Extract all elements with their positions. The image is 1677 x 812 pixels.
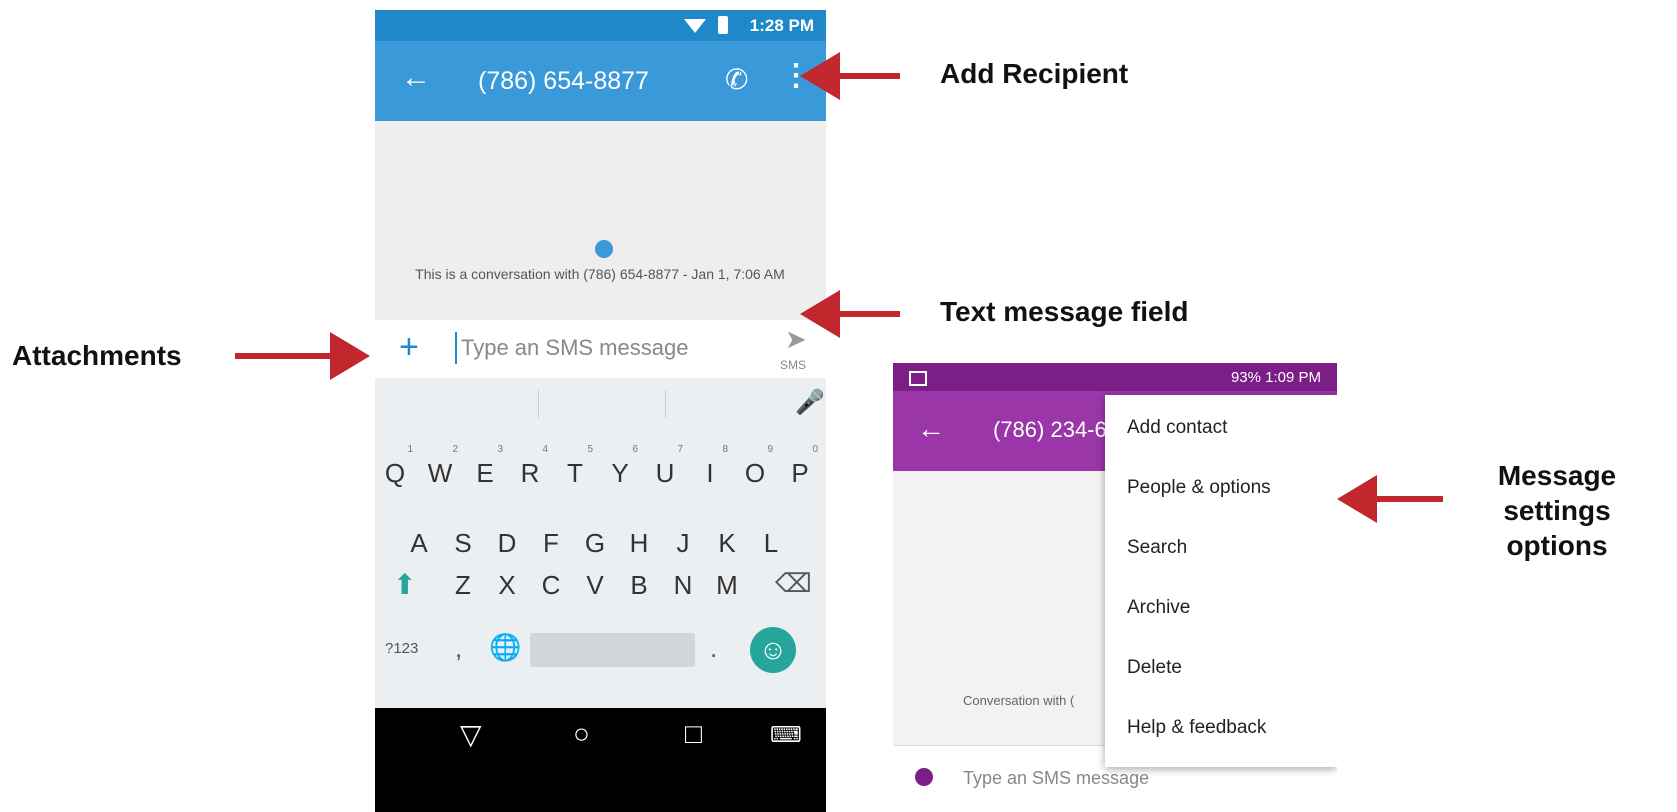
nav-recents-icon[interactable]: □ bbox=[685, 718, 702, 750]
suggestion-strip[interactable]: 🎤 bbox=[375, 378, 826, 428]
key-x[interactable]: X bbox=[489, 570, 525, 601]
comma-key[interactable]: , bbox=[455, 633, 462, 664]
key-o[interactable]: O9 bbox=[737, 444, 773, 489]
app-bar: ← (786) 654-8877 ✆ ⋮ bbox=[375, 41, 826, 121]
phone-screen-messaging: 1:28 PM ← (786) 654-8877 ✆ ⋮ This is a c… bbox=[375, 10, 826, 812]
avatar bbox=[915, 768, 933, 786]
arrow-shaft bbox=[235, 353, 335, 359]
space-bar[interactable] bbox=[530, 633, 695, 667]
arrow-text-field bbox=[800, 290, 840, 338]
key-g[interactable]: G bbox=[577, 528, 613, 559]
annotation-text-field: Text message field bbox=[940, 296, 1189, 327]
key-i[interactable]: I8 bbox=[692, 444, 728, 489]
key-p[interactable]: P0 bbox=[782, 444, 818, 489]
add-attachment-icon[interactable]: + bbox=[399, 328, 419, 367]
key-v[interactable]: V bbox=[577, 570, 613, 601]
arrow-shaft bbox=[1373, 496, 1443, 502]
arrow-message-settings bbox=[1337, 475, 1377, 523]
emoji-icon[interactable]: ☺ bbox=[750, 627, 796, 673]
nav-back-icon[interactable]: ▽ bbox=[460, 718, 482, 751]
key-y[interactable]: Y6 bbox=[602, 444, 638, 489]
key-t[interactable]: T5 bbox=[557, 444, 593, 489]
status-time: 1:28 PM bbox=[749, 16, 814, 35]
arrow-add-recipient bbox=[800, 52, 840, 100]
on-screen-keyboard: 🎤 Q1 W2 E3 R4 T5 Y6 U7 I8 O9 P0 A S D F … bbox=[375, 378, 826, 708]
key-w[interactable]: W2 bbox=[422, 444, 458, 489]
annotation-add-recipient: Add Recipient bbox=[940, 58, 1129, 89]
key-q[interactable]: Q1 bbox=[377, 444, 413, 489]
arrow-shaft bbox=[836, 311, 900, 317]
key-n[interactable]: N bbox=[665, 570, 701, 601]
message-input[interactable] bbox=[455, 332, 721, 364]
contact-avatar bbox=[595, 240, 613, 258]
key-b[interactable]: B bbox=[621, 570, 657, 601]
shift-key-icon[interactable]: ⬆ bbox=[393, 568, 416, 601]
menu-item-archive[interactable]: Archive bbox=[1127, 597, 1190, 619]
divider bbox=[538, 390, 539, 418]
key-d[interactable]: D bbox=[489, 528, 525, 559]
key-c[interactable]: C bbox=[533, 570, 569, 601]
keyboard-switch-icon[interactable]: ⌨ bbox=[770, 722, 802, 748]
menu-item-help-feedback[interactable]: Help & feedback bbox=[1127, 717, 1266, 739]
symbols-key[interactable]: ?123 bbox=[385, 640, 418, 657]
key-h[interactable]: H bbox=[621, 528, 657, 559]
status-bar: 93% 1:09 PM bbox=[893, 363, 1337, 391]
backspace-icon[interactable]: ⌫ bbox=[775, 568, 812, 599]
overflow-menu: Add contact People & options Search Arch… bbox=[1105, 395, 1337, 767]
nav-home-icon[interactable]: ○ bbox=[573, 718, 590, 750]
annotation-attachments: Attachments bbox=[12, 340, 182, 371]
conversation-title: (786) 234-6 bbox=[993, 417, 1107, 442]
image-notification-icon bbox=[909, 371, 927, 386]
period-key[interactable]: . bbox=[710, 633, 717, 664]
key-k[interactable]: K bbox=[709, 528, 745, 559]
back-arrow-icon[interactable]: ← bbox=[917, 413, 945, 445]
conversation-info: This is a conversation with (786) 654-88… bbox=[415, 266, 785, 282]
status-bar: 1:28 PM bbox=[375, 10, 826, 41]
compose-bar: + ➤ SMS bbox=[375, 320, 826, 378]
key-a[interactable]: A bbox=[401, 528, 437, 559]
key-z[interactable]: Z bbox=[445, 570, 481, 601]
annotation-message-settings: Message settings options bbox=[1497, 460, 1617, 561]
key-e[interactable]: E3 bbox=[467, 444, 503, 489]
wifi-icon bbox=[684, 19, 706, 33]
key-r[interactable]: R4 bbox=[512, 444, 548, 489]
send-type-label: SMS bbox=[780, 358, 807, 372]
message-input[interactable]: Type an SMS message bbox=[963, 768, 1149, 789]
microphone-icon[interactable]: 🎤 bbox=[795, 388, 825, 417]
battery-icon bbox=[718, 16, 728, 34]
key-j[interactable]: J bbox=[665, 528, 701, 559]
call-icon[interactable]: ✆ bbox=[725, 63, 748, 96]
status-text: 93% 1:09 PM bbox=[1230, 369, 1321, 386]
key-u[interactable]: U7 bbox=[647, 444, 683, 489]
phone-screen-menu: 93% 1:09 PM ← (786) 234-6 Conversation w… bbox=[893, 363, 1337, 812]
arrow-attachments bbox=[330, 332, 370, 380]
system-nav-bar: ▽ ○ □ ⌨ bbox=[375, 708, 826, 812]
conversation-info: Conversation with ( bbox=[963, 693, 1075, 708]
key-s[interactable]: S bbox=[445, 528, 481, 559]
key-f[interactable]: F bbox=[533, 528, 569, 559]
key-m[interactable]: M bbox=[709, 570, 745, 601]
menu-item-search[interactable]: Search bbox=[1127, 537, 1187, 559]
globe-icon[interactable]: 🌐 bbox=[489, 632, 521, 663]
divider bbox=[665, 390, 666, 418]
key-l[interactable]: L bbox=[753, 528, 789, 559]
menu-item-add-contact[interactable]: Add contact bbox=[1127, 417, 1227, 439]
menu-item-delete[interactable]: Delete bbox=[1127, 657, 1182, 679]
menu-item-people-options[interactable]: People & options bbox=[1127, 477, 1271, 499]
arrow-shaft bbox=[836, 73, 900, 79]
conversation-title: (786) 654-8877 bbox=[478, 67, 649, 95]
back-arrow-icon[interactable]: ← bbox=[401, 61, 431, 95]
